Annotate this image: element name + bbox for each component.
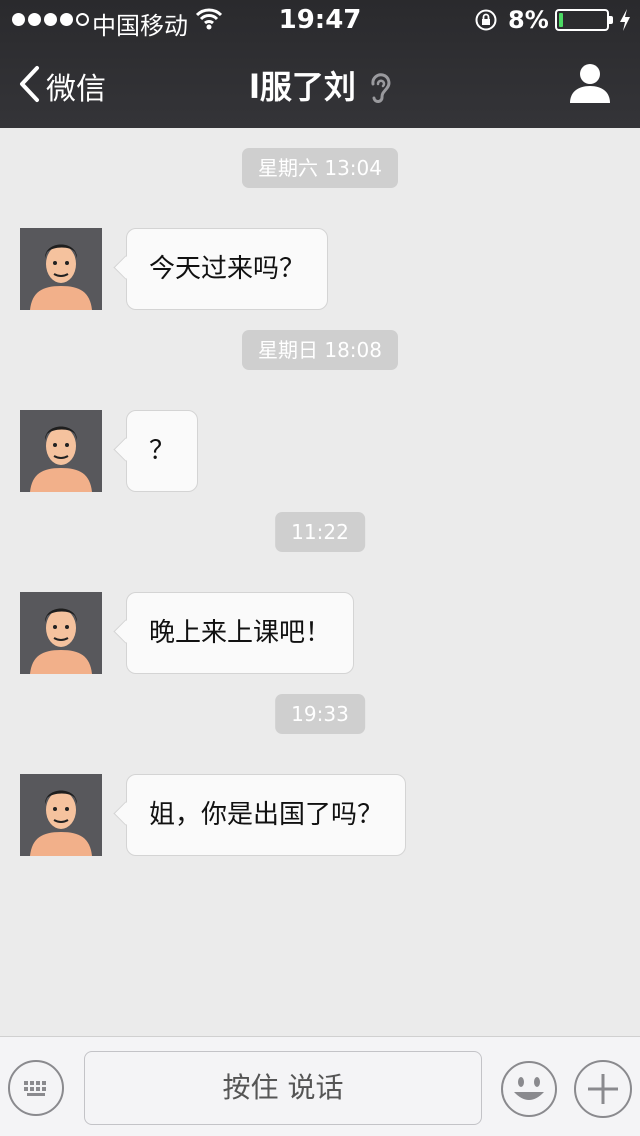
battery-percent: 8% (508, 6, 549, 34)
avatar[interactable] (20, 410, 102, 492)
input-bar: 按住 说话 (0, 1036, 640, 1136)
keyboard-button[interactable] (8, 1060, 64, 1116)
rotation-lock-icon (474, 8, 498, 36)
battery-fill (559, 13, 563, 27)
more-button[interactable] (574, 1060, 632, 1118)
message-bubble[interactable]: 今天过来吗？ (126, 228, 329, 310)
message-bubble[interactable]: ？ (126, 410, 199, 492)
avatar[interactable] (20, 774, 102, 856)
top-bar: 中国移动 19:47 8% 微信 l服了刘 (0, 0, 640, 128)
emoji-button[interactable] (500, 1060, 558, 1118)
keyboard-icon (10, 1081, 62, 1118)
status-bar: 中国移动 19:47 8% (0, 0, 640, 40)
timestamp-label: 11:22 (275, 512, 365, 552)
timestamp-label: 19:33 (275, 694, 365, 734)
message-bubble[interactable]: 姐，你是出国了吗？ (126, 774, 407, 856)
battery-icon (555, 9, 613, 31)
timestamp-label: 星期日 18:08 (242, 330, 398, 370)
charging-bolt-icon (618, 8, 632, 36)
nav-bar: 微信 l服了刘 (0, 40, 640, 128)
emoji-icon (500, 1061, 558, 1122)
avatar[interactable] (20, 592, 102, 674)
plus-icon (576, 1074, 630, 1120)
profile-button[interactable] (568, 62, 612, 108)
hold-to-talk-button[interactable]: 按住 说话 (84, 1051, 482, 1125)
profile-icon (568, 64, 612, 108)
chat-title: l服了刘 (248, 68, 356, 106)
avatar[interactable] (20, 228, 102, 310)
timestamp-label: 星期六 13:04 (242, 148, 398, 188)
ear-icon (369, 72, 391, 108)
chat-area[interactable]: 星期六 13:04 今天过来吗？ 星期日 18:08 ？ 11:22 晚上来上课… (0, 128, 640, 1036)
message-bubble[interactable]: 晚上来上课吧！ (126, 592, 355, 674)
nav-title-wrap: l服了刘 (0, 62, 640, 108)
